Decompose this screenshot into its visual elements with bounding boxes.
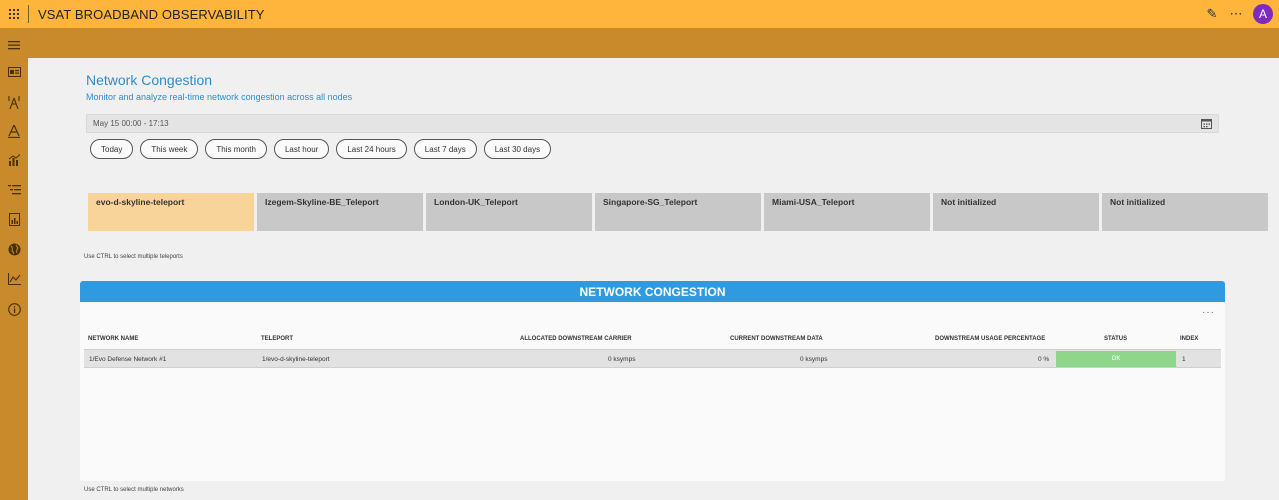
teleport-card-london[interactable]: London-UK_Teleport bbox=[426, 193, 592, 231]
hamburger-menu-icon[interactable] bbox=[7, 38, 21, 52]
sidebar bbox=[0, 28, 28, 500]
network-congestion-table: ··· NETWORK NAME TELEPORT ALLOCATED DOWN… bbox=[80, 303, 1225, 481]
quick-range-buttons: Today This week This month Last hour Las… bbox=[90, 139, 552, 159]
teleport-card-evo-d-skyline[interactable]: evo-d-skyline-teleport bbox=[88, 193, 254, 231]
page-subtitle: Monitor and analyze real-time network co… bbox=[86, 92, 353, 102]
antenna-icon[interactable] bbox=[7, 124, 21, 138]
globe-icon[interactable] bbox=[7, 242, 21, 256]
panel-title: NETWORK CONGESTION bbox=[80, 281, 1225, 302]
teleport-card-not-initialized-1[interactable]: Not initialized bbox=[933, 193, 1099, 231]
column-header-downstream-usage-percentage[interactable]: DOWNSTREAM USAGE PERCENTAGE bbox=[935, 336, 1045, 342]
teleport-card-izegem[interactable]: Izegem-Skyline-BE_Teleport bbox=[257, 193, 423, 231]
column-header-index[interactable]: INDEX bbox=[1180, 336, 1198, 342]
teleport-selector: evo-d-skyline-teleport Izegem-Skyline-BE… bbox=[88, 193, 1268, 231]
quick-range-last-7-days-button[interactable]: Last 7 days bbox=[413, 139, 477, 159]
network-hint: Use CTRL to select multiple networks bbox=[84, 487, 184, 493]
column-header-current-downstream-data[interactable]: CURRENT DOWNSTREAM DATA bbox=[730, 336, 823, 342]
quick-range-this-week-button[interactable]: This week bbox=[140, 139, 199, 159]
quick-range-last-30-days-button[interactable]: Last 30 days bbox=[483, 139, 552, 159]
apps-grid-icon[interactable] bbox=[0, 0, 28, 28]
date-range-value: May 15 00:00 - 17:13 bbox=[93, 119, 169, 128]
top-bar: VSAT BROADBAND OBSERVABILITY ✎ ⋯ A bbox=[0, 0, 1279, 28]
teleport-hint: Use CTRL to select multiple teleports bbox=[84, 254, 183, 260]
list-tree-icon[interactable] bbox=[7, 182, 21, 196]
table-row[interactable]: 1/Evo Defense Network #1 1/evo-d-skyline… bbox=[84, 349, 1221, 368]
teleport-card-miami[interactable]: Miami-USA_Teleport bbox=[764, 193, 930, 231]
panel-menu-icon[interactable]: ··· bbox=[1202, 307, 1215, 318]
quick-range-this-month-button[interactable]: This month bbox=[205, 139, 267, 159]
column-header-network-name[interactable]: NETWORK NAME bbox=[88, 336, 138, 342]
cell-allocated-downstream-carrier: 0 ksymps bbox=[608, 356, 636, 363]
date-range-picker[interactable]: May 15 00:00 - 17:13 bbox=[86, 114, 1219, 133]
avatar[interactable]: A bbox=[1253, 4, 1273, 24]
column-header-status[interactable]: STATUS bbox=[1104, 336, 1127, 342]
edit-pencil-icon[interactable]: ✎ bbox=[1205, 6, 1219, 22]
calendar-icon[interactable] bbox=[1201, 118, 1213, 130]
column-header-allocated-downstream-carrier[interactable]: ALLOCATED DOWNSTREAM CARRIER bbox=[520, 336, 632, 342]
report-document-icon[interactable] bbox=[7, 212, 21, 226]
cell-downstream-usage-percentage: 0 % bbox=[1038, 356, 1050, 363]
cell-network-name: 1/Evo Defense Network #1 bbox=[89, 356, 167, 363]
teleport-card-singapore[interactable]: Singapore-SG_Teleport bbox=[595, 193, 761, 231]
quick-range-last-24-hours-button[interactable]: Last 24 hours bbox=[336, 139, 407, 159]
wireless-tower-icon[interactable] bbox=[7, 95, 21, 109]
header-band bbox=[28, 28, 1279, 58]
quick-range-last-hour-button[interactable]: Last hour bbox=[273, 139, 330, 159]
more-options-icon[interactable]: ⋯ bbox=[1229, 6, 1243, 22]
info-icon[interactable] bbox=[7, 302, 21, 316]
bar-chart-icon[interactable] bbox=[7, 153, 21, 167]
app-title: VSAT BROADBAND OBSERVABILITY bbox=[38, 6, 265, 22]
top-actions: ✎ ⋯ A bbox=[1205, 0, 1273, 28]
status-badge: OK bbox=[1056, 351, 1176, 367]
cell-index: 1 bbox=[1182, 356, 1186, 363]
teleport-card-not-initialized-2[interactable]: Not initialized bbox=[1102, 193, 1268, 231]
analytics-icon[interactable] bbox=[7, 272, 21, 286]
cell-current-downstream-data: 0 ksymps bbox=[800, 356, 828, 363]
column-header-teleport[interactable]: TELEPORT bbox=[261, 336, 293, 342]
dashboard-icon[interactable] bbox=[7, 66, 21, 80]
title-divider bbox=[28, 5, 29, 23]
cell-teleport: 1/evo-d-skyline-teleport bbox=[262, 356, 330, 363]
quick-range-today-button[interactable]: Today bbox=[90, 139, 134, 159]
page-title: Network Congestion bbox=[86, 72, 213, 88]
